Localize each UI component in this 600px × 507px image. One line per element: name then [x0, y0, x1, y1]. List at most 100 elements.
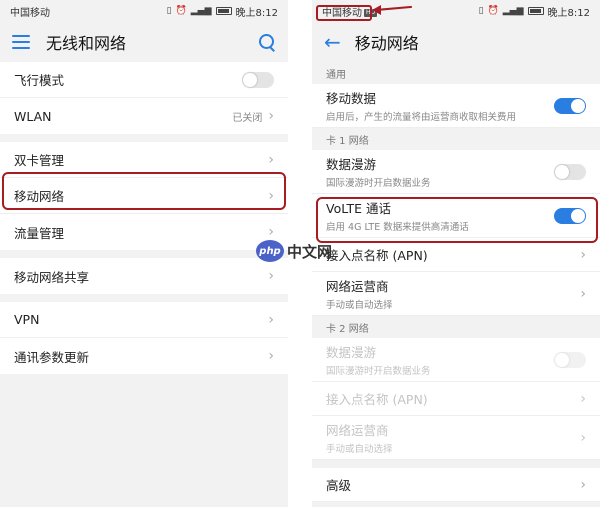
chevron-right-icon: ›: [268, 224, 274, 240]
row-title: 网络运营商: [326, 423, 389, 438]
chevron-right-icon: ›: [268, 151, 274, 168]
settings-group: 移动网络共享 ›: [0, 258, 288, 294]
menu-icon[interactable]: [12, 35, 30, 49]
alarm-icon: ⏰: [175, 6, 187, 16]
chevron-right-icon: ›: [268, 187, 274, 204]
status-bar: 中国移动 HD ▯ ⏰ ▂▄▆ 晚上8:12: [312, 0, 600, 22]
row-subtitle: 手动或自动选择: [326, 444, 393, 455]
settings-row[interactable]: 双卡管理 ›: [0, 142, 288, 178]
row-title: 数据漫游: [326, 345, 377, 360]
settings-group: VPN › 通讯参数更新 ›: [0, 302, 288, 374]
row-title: VoLTE 通话: [326, 201, 391, 216]
status-icons: ▯ ⏰ ▂▄▆ 晚上8:12: [167, 4, 278, 19]
back-arrow-icon[interactable]: ←: [324, 32, 341, 52]
section-header: 卡 2 网络: [312, 316, 600, 338]
row-text: 接入点名称 (APN): [326, 245, 580, 264]
row-text: 数据漫游国际漫游时开启数据业务: [326, 342, 554, 377]
settings-row[interactable]: VoLTE 通话 启用 4G LTE 数据来提供高清通话: [312, 194, 600, 238]
chevron-right-icon: ›: [268, 108, 274, 124]
app-bar: ← 移动网络: [312, 22, 600, 62]
row-label: 移动网络共享: [14, 269, 90, 285]
chevron-right-icon: ›: [580, 429, 586, 446]
carrier-label: 中国移动: [10, 7, 50, 19]
row-subtitle: 国际漫游时开启数据业务: [326, 178, 431, 189]
settings-row: 数据漫游国际漫游时开启数据业务: [312, 338, 600, 382]
row-title: 高级: [326, 478, 352, 493]
settings-row[interactable]: 移动网络共享 ›: [0, 258, 288, 294]
row-label: WLAN: [14, 108, 52, 124]
row-label: 通讯参数更新: [14, 349, 90, 365]
settings-list: 飞行模式 WLAN 已关闭 › 双卡管理 › 移动网络 › 流量管理 › 移动网络共享 › VPN › 通讯…: [0, 62, 288, 374]
right-phone-screen: 中国移动 HD ▯ ⏰ ▂▄▆ 晚上8:12 ← 移动网络 通用 移动数据 启用后，产…: [312, 0, 600, 507]
toggle-switch[interactable]: [554, 97, 586, 114]
page-title: 移动网络: [354, 34, 419, 53]
clock: 晚上8:12: [547, 7, 590, 19]
watermark-text: 中文网: [287, 242, 333, 261]
row-label: 流量管理: [14, 225, 65, 241]
toggle-switch[interactable]: [554, 163, 586, 180]
row-subtitle: 国际漫游时开启数据业务: [326, 366, 431, 377]
chevron-right-icon: ›: [580, 285, 586, 302]
row-subtitle: 手动或自动选择: [326, 300, 393, 311]
settings-row[interactable]: 飞行模式: [0, 62, 288, 98]
battery-icon: [215, 7, 232, 15]
row-text: 网络运营商手动或自动选择: [326, 420, 580, 455]
app-bar: 无线和网络: [0, 22, 288, 62]
toggle-switch[interactable]: [242, 71, 274, 88]
annotation-arrow-head: [372, 5, 381, 15]
carrier-text: 中国移动: [322, 7, 362, 19]
status-icons: ▯ ⏰ ▂▄▆ 晚上8:12: [479, 4, 590, 19]
settings-row[interactable]: 通讯参数更新 ›: [0, 338, 288, 374]
settings-row[interactable]: WLAN 已关闭 ›: [0, 98, 288, 134]
row-text: 网络运营商手动或自动选择: [326, 276, 580, 311]
battery-icon: [527, 7, 544, 15]
row-text: VoLTE 通话 启用 4G LTE 数据来提供高清通话: [326, 198, 554, 233]
settings-row[interactable]: 接入点名称 (APN) ›: [312, 238, 600, 272]
settings-row[interactable]: 流量管理 ›: [0, 214, 288, 250]
chevron-right-icon: ›: [268, 348, 274, 364]
left-phone-screen: 中国移动 ▯ ⏰ ▂▄▆ 晚上8:12 无线和网络 飞行模式 WLAN 已关闭 › 双卡…: [0, 0, 288, 507]
chevron-right-icon: ›: [580, 246, 586, 263]
watermark-logo: php: [256, 240, 284, 262]
alarm-icon: ⏰: [487, 6, 499, 16]
row-text: 接入点名称 (APN): [326, 389, 580, 408]
row-title: 接入点名称 (APN): [326, 392, 428, 407]
row-text: 高级: [326, 475, 580, 494]
clock: 晚上8:12: [235, 7, 278, 19]
row-label: 飞行模式: [14, 73, 65, 88]
settings-row[interactable]: 高级 ›: [312, 468, 600, 502]
signal-icon: ▂▄▆: [190, 6, 212, 16]
settings-row[interactable]: 网络运营商 手动或自动选择 ›: [312, 272, 600, 316]
settings-row: 网络运营商 手动或自动选择 ›: [312, 416, 600, 460]
row-label: 双卡管理: [14, 153, 65, 168]
chevron-right-icon: ›: [580, 390, 586, 407]
mobile-network-settings: 通用 移动数据 启用后，产生的流量将由运营商收取相关费用卡 1 网络 数据漫游 国际漫游…: [312, 62, 600, 502]
row-text: 移动数据启用后，产生的流量将由运营商收取相关费用: [326, 88, 554, 123]
status-bar: 中国移动 ▯ ⏰ ▂▄▆ 晚上8:12: [0, 0, 288, 22]
settings-row[interactable]: VPN ›: [0, 302, 288, 338]
row-title: 网络运营商: [326, 279, 389, 294]
settings-row[interactable]: 数据漫游国际漫游时开启数据业务: [312, 150, 600, 194]
toggle-switch: [554, 351, 586, 368]
row-label: VPN: [14, 312, 40, 327]
chevron-right-icon: ›: [580, 476, 586, 493]
row-value: 已关闭: [232, 112, 263, 124]
vibrate-icon: ▯: [478, 6, 484, 16]
settings-row[interactable]: 移动数据启用后，产生的流量将由运营商收取相关费用: [312, 84, 600, 128]
watermark: php 中文网: [256, 240, 332, 262]
row-title: 接入点名称 (APN): [326, 248, 428, 263]
vibrate-icon: ▯: [166, 6, 172, 16]
toggle-switch[interactable]: [554, 207, 586, 224]
section-header: 卡 1 网络: [312, 128, 600, 150]
row-title: 移动数据: [326, 91, 377, 106]
settings-group: 双卡管理 › 移动网络 › 流量管理 ›: [0, 142, 288, 250]
carrier-label: 中国移动 HD: [322, 4, 378, 19]
settings-row[interactable]: 移动网络 ›: [0, 178, 288, 214]
row-title: 数据漫游: [326, 157, 377, 172]
settings-row: 接入点名称 (APN) ›: [312, 382, 600, 416]
row-subtitle: 启用后，产生的流量将由运营商收取相关费用: [326, 112, 517, 123]
search-icon[interactable]: [258, 33, 276, 51]
settings-group: 飞行模式 WLAN 已关闭 ›: [0, 62, 288, 134]
row-label: 移动网络: [14, 189, 65, 204]
